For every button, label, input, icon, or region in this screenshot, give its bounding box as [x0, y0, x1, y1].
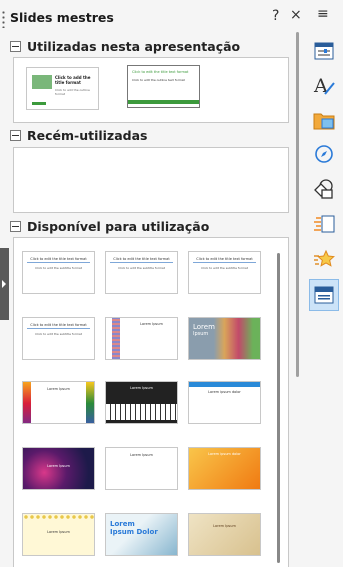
- panel-scrollbar[interactable]: [296, 32, 299, 377]
- collapse-icon[interactable]: [10, 220, 21, 232]
- thumb-title: Lorem ipsum dolor: [208, 452, 241, 456]
- thumb-title: Click to edit the title text format: [113, 257, 170, 261]
- thumb-title: Click to edit the title text format: [132, 70, 189, 74]
- title-underline: [27, 262, 90, 263]
- used-master-thumb-1[interactable]: Click to add the title format Click to a…: [26, 67, 99, 110]
- footer-bar: [32, 102, 46, 105]
- master-thumb-blank[interactable]: Click to edit the title text format Click…: [22, 251, 95, 294]
- close-button[interactable]: ×: [290, 7, 302, 23]
- thumb-title: Click to add the title format: [55, 75, 91, 85]
- section-available-header[interactable]: Disponível para utilização: [10, 217, 288, 235]
- shapes-icon[interactable]: [311, 176, 337, 202]
- available-scrollbar[interactable]: [277, 253, 280, 563]
- master-thumb-orange[interactable]: Lorem ipsum dolor: [188, 447, 261, 490]
- section-used-header[interactable]: Utilizadas nesta apresentação: [10, 37, 288, 55]
- master-thumb-blank[interactable]: Click to edit the title text format Click…: [105, 251, 178, 294]
- available-masters-list: Click to edit the title text format Click…: [13, 237, 289, 567]
- master-thumb-blue-top[interactable]: Lorem ipsum dolor: [188, 381, 261, 424]
- thumb-subtitle: Click to edit the subtitle format: [35, 332, 82, 336]
- section-used-label: Utilizadas nesta apresentação: [27, 38, 241, 54]
- thumb-title: Lorem: [193, 323, 215, 331]
- footer-bar: [128, 100, 199, 104]
- logo-icon: [32, 75, 52, 89]
- thumb-title: Lorem Ipsum: [47, 387, 70, 391]
- master-thumb-dna[interactable]: Lorem Ipsum: [105, 317, 178, 360]
- sidebar-menu-button[interactable]: ≡: [317, 6, 329, 22]
- thumb-title: Click to edit the title text format: [30, 323, 87, 327]
- master-thumb-blank[interactable]: Click to edit the title text format Click…: [188, 251, 261, 294]
- section-available-label: Disponível para utilização: [27, 218, 210, 234]
- thumb-title: Lorem Ipsum: [47, 530, 70, 534]
- sidebar-collapse-handle[interactable]: [0, 248, 9, 320]
- dna-helix-icon: [112, 318, 120, 359]
- master-thumb-watercolor[interactable]: Lorem Ipsum Dolor: [105, 513, 178, 556]
- panel-title: Slides mestres: [10, 10, 114, 25]
- thumb-title: Lorem Ipsum: [47, 464, 70, 468]
- recent-masters-list: [13, 147, 289, 213]
- title-underline: [27, 328, 90, 329]
- master-thumb-piano[interactable]: Lorem Ipsum: [105, 381, 178, 424]
- collapse-icon[interactable]: [10, 40, 21, 52]
- master-slides-icon[interactable]: [309, 279, 339, 311]
- thumb-title: Click to edit the title text format: [30, 257, 87, 261]
- title-underline: [110, 262, 173, 263]
- dots-pattern: [23, 514, 94, 520]
- master-thumb-yellow-dots[interactable]: Lorem Ipsum: [22, 513, 95, 556]
- title-underline: [193, 262, 256, 263]
- drag-grip-icon[interactable]: [2, 10, 5, 28]
- thumb-title: Lorem Ipsum: [140, 322, 163, 326]
- styles-icon[interactable]: A: [311, 72, 337, 98]
- navigator-icon[interactable]: [311, 141, 337, 167]
- used-master-thumb-2[interactable]: Click to edit the title text format Clic…: [127, 65, 200, 108]
- master-thumb-bokeh[interactable]: Lorem Ipsum: [22, 447, 95, 490]
- thumb-subtitle: Click to edit the outline text format: [132, 78, 185, 82]
- thumb-title: Lorem Ipsum: [213, 524, 236, 528]
- thumb-title: Lorem ipsum dolor: [208, 390, 241, 394]
- thumb-title: Lorem Ipsum: [130, 386, 153, 390]
- thumb-title: Lorem Ipsum Dolor: [110, 520, 158, 536]
- used-masters-list: Click to add the title format Click to a…: [13, 57, 289, 123]
- thumb-subtitle: Click to add the outline format: [55, 88, 90, 96]
- master-thumb-blank[interactable]: Click to edit the title text format Click…: [22, 317, 95, 360]
- section-recent-label: Recém-utilizadas: [27, 127, 148, 143]
- thumb-title: Click to edit the title text format: [196, 257, 253, 261]
- header-bar: [189, 382, 260, 387]
- section-recent-header[interactable]: Recém-utilizadas: [10, 126, 288, 144]
- piano-keys-icon: [106, 404, 177, 420]
- thumb-subtitle: Click to edit the subtitle format: [118, 266, 165, 270]
- thumb-title: Lorem Ipsum: [130, 453, 153, 457]
- master-thumb-parchment[interactable]: Lorem Ipsum: [188, 513, 261, 556]
- master-thumb-pencil[interactable]: Lorem Ipsum: [105, 447, 178, 490]
- master-slides-panel: Slides mestres ? × Utilizadas nesta apre…: [0, 0, 305, 567]
- master-thumb-candy[interactable]: Lorem Ipsum: [188, 317, 261, 360]
- gallery-icon[interactable]: [311, 107, 337, 133]
- help-button[interactable]: ?: [272, 8, 279, 24]
- collapse-icon[interactable]: [10, 129, 21, 141]
- slide-transition-icon[interactable]: [311, 211, 337, 237]
- thumb-subtitle: Click to edit the subtitle format: [201, 266, 248, 270]
- properties-icon[interactable]: [311, 38, 337, 64]
- master-thumb-colorful[interactable]: Lorem Ipsum: [22, 381, 95, 424]
- sidebar-tabbar: ≡ A: [305, 0, 343, 566]
- thumb-subtitle: Ipsum: [193, 331, 209, 337]
- animation-icon[interactable]: [311, 246, 337, 272]
- thumb-subtitle: Click to edit the subtitle format: [35, 266, 82, 270]
